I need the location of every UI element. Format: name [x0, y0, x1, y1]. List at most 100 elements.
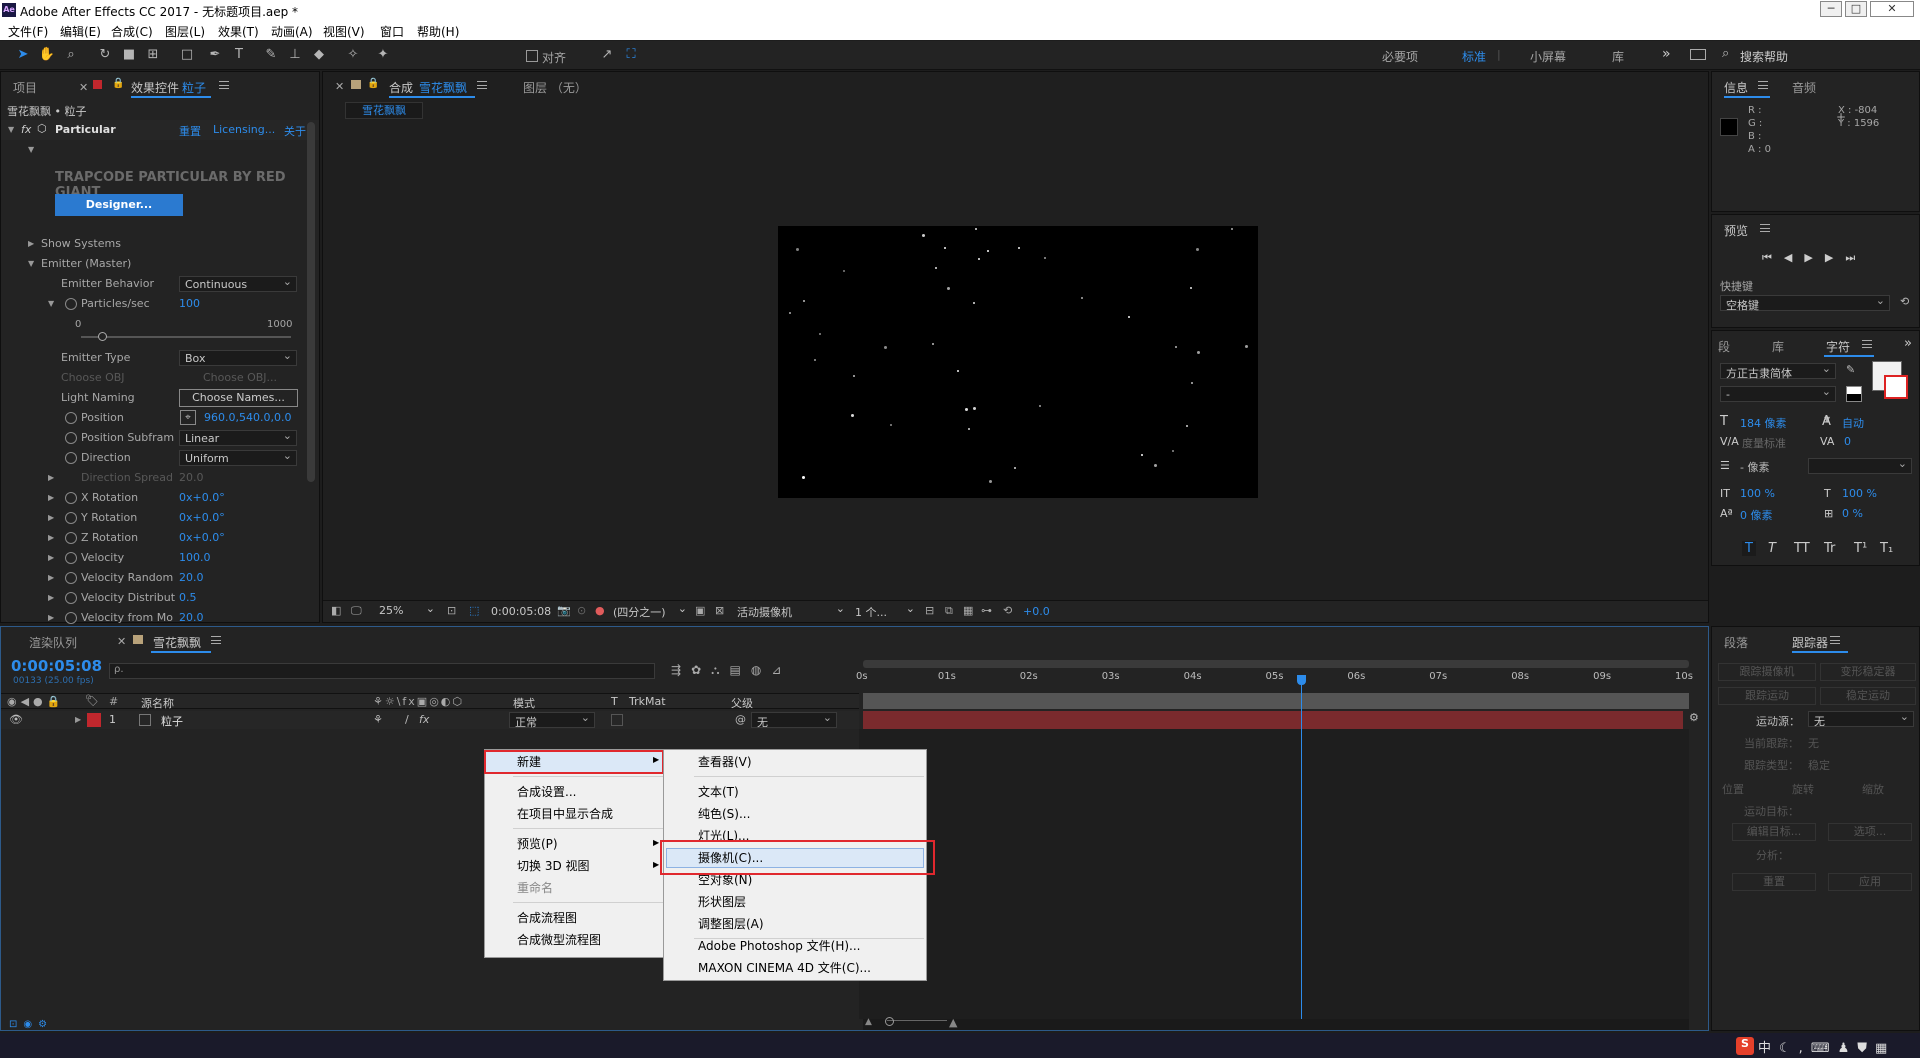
- tab-project[interactable]: 项目: [13, 79, 37, 96]
- x-rotation-value[interactable]: 0x+0.0°: [179, 491, 225, 504]
- tab-composition-prefix[interactable]: 合成: [389, 79, 413, 96]
- small-caps-button[interactable]: Tr: [1824, 541, 1835, 556]
- menu-animation[interactable]: 动画(A): [271, 23, 313, 40]
- tab-effect-controls[interactable]: 效果控件: [131, 79, 179, 96]
- font-size-value[interactable]: 184 像素: [1740, 415, 1787, 431]
- y-rotation-value[interactable]: 0x+0.0°: [179, 511, 225, 524]
- panel-menu-icon[interactable]: [477, 81, 487, 89]
- maximize-button[interactable]: □: [1845, 1, 1867, 17]
- submenu-item-cinema4d-file[interactable]: MAXON CINEMA 4D 文件(C)...: [698, 958, 871, 978]
- brush-tool-icon[interactable]: ✎: [262, 47, 280, 63]
- shy-icon[interactable]: ⛬: [711, 663, 729, 677]
- panel-menu-icon[interactable]: [211, 636, 221, 644]
- color-swap-icon[interactable]: [1846, 386, 1862, 402]
- show-snapshot-icon[interactable]: ⊙: [577, 604, 586, 617]
- menu-window[interactable]: 窗口: [380, 23, 404, 40]
- workspace-small-screen[interactable]: 小屏幕: [1530, 48, 1566, 65]
- puppet-tool-icon[interactable]: ✦: [374, 47, 392, 63]
- expand-icon[interactable]: ▶: [75, 715, 81, 724]
- stopwatch-icon[interactable]: [65, 412, 77, 424]
- tab-preview[interactable]: 预览: [1724, 222, 1748, 239]
- shortcut-dropdown[interactable]: 空格键: [1720, 294, 1890, 312]
- z-rotation-value[interactable]: 0x+0.0°: [179, 531, 225, 544]
- reset-link[interactable]: 重置: [179, 123, 201, 139]
- axis-icon[interactable]: ↗: [598, 47, 616, 63]
- motion-source-dropdown[interactable]: 无: [1808, 710, 1914, 728]
- rectangle-tool-icon[interactable]: □: [178, 47, 196, 63]
- prev-frame-icon[interactable]: ◀: [1784, 251, 1804, 264]
- keyboard-icon[interactable]: ⌨: [1811, 1041, 1838, 1056]
- emitter-behavior-dropdown[interactable]: Continuous: [179, 275, 297, 292]
- stroke-style-dropdown[interactable]: [1808, 457, 1912, 474]
- always-preview-icon[interactable]: ◧: [331, 604, 341, 617]
- search-sync-icon[interactable]: [1690, 49, 1706, 60]
- vertical-scale-value[interactable]: 100 %: [1740, 487, 1775, 500]
- expand-icon[interactable]: ▶: [48, 593, 54, 602]
- monitor-icon[interactable]: 🖵: [351, 604, 362, 618]
- velocity-from-motion-value[interactable]: 20.0: [179, 611, 204, 624]
- velocity-distribution-value[interactable]: 0.5: [179, 591, 197, 604]
- snap-icon[interactable]: ⛶: [622, 47, 640, 63]
- workspace-library[interactable]: 库: [1612, 48, 1624, 65]
- submenu-item-adjustment-layer[interactable]: 调整图层(A): [698, 914, 764, 934]
- panel-menu-icon[interactable]: [1862, 340, 1872, 348]
- expand-pane-icon[interactable]: ◉: [23, 1019, 38, 1030]
- moon-icon[interactable]: ☾: [1779, 1041, 1799, 1056]
- tab-character[interactable]: 字符: [1826, 338, 1850, 355]
- licensing-link[interactable]: Licensing...: [213, 123, 275, 136]
- graph-editor-icon[interactable]: ⊿: [771, 663, 791, 677]
- toggle-pixel-icon[interactable]: ⊟: [925, 604, 934, 617]
- tracking-metrics-value[interactable]: 度量标准: [1742, 435, 1786, 451]
- tracking-value[interactable]: 0: [1844, 435, 1851, 448]
- menu-composition[interactable]: 合成(C): [111, 23, 153, 40]
- align-checkbox[interactable]: [526, 50, 538, 62]
- rotate-tool-icon[interactable]: ↻: [96, 47, 114, 63]
- effect-switch-icon[interactable]: fx: [419, 713, 429, 726]
- stroke-color-swatch[interactable]: [1884, 375, 1908, 399]
- expand-icon[interactable]: ▶: [48, 493, 54, 502]
- layer-name[interactable]: 粒子: [161, 713, 183, 729]
- expand-icon[interactable]: ▶: [48, 573, 54, 582]
- selection-tool-icon[interactable]: ➤: [14, 47, 32, 63]
- tab-timeline-comp[interactable]: 雪花飘飘: [153, 634, 201, 651]
- grid-icon[interactable]: ▦: [1875, 1041, 1895, 1056]
- stopwatch-icon[interactable]: [65, 612, 77, 624]
- viewer-timecode[interactable]: 0:00:05:08: [491, 605, 551, 618]
- pan-behind-tool-icon[interactable]: ⊞: [144, 47, 162, 63]
- clone-stamp-tool-icon[interactable]: ⊥: [286, 47, 304, 63]
- stopwatch-icon[interactable]: [65, 532, 77, 544]
- exposure-value[interactable]: +0.0: [1023, 605, 1050, 618]
- frame-blend-icon[interactable]: ▤: [730, 663, 751, 677]
- tab-library[interactable]: 库: [1772, 338, 1784, 355]
- fast-preview-icon[interactable]: ⧉: [945, 604, 953, 618]
- close-tab-icon[interactable]: ✕: [335, 80, 344, 93]
- preserve-transparency-checkbox[interactable]: [611, 714, 623, 726]
- stopwatch-icon[interactable]: [65, 298, 77, 310]
- next-frame-icon[interactable]: ▶: [1825, 251, 1845, 264]
- designer-button[interactable]: Designer...: [55, 194, 183, 216]
- snapshot-icon[interactable]: 📷: [557, 604, 571, 617]
- particles-slider-knob[interactable]: [98, 332, 107, 341]
- close-tab-icon[interactable]: ✕: [79, 81, 88, 94]
- stopwatch-icon[interactable]: [65, 432, 77, 444]
- shirt-icon[interactable]: ⛊: [1857, 1041, 1875, 1056]
- layer-row[interactable]: 👁 ▶ 1 粒子 ⚘ / fx 正常 @ 无: [1, 711, 859, 729]
- choose-names-button[interactable]: Choose Names...: [179, 389, 298, 407]
- eyedropper-icon[interactable]: ✎: [1846, 363, 1855, 376]
- pen-tool-icon[interactable]: ✒: [206, 47, 224, 63]
- draft-3d-icon[interactable]: ✿: [691, 663, 711, 677]
- shy-switch-icon[interactable]: ⚘: [373, 713, 383, 726]
- col-mode[interactable]: 模式: [513, 695, 535, 711]
- tab-tracker[interactable]: 跟踪器: [1792, 634, 1828, 651]
- faux-italic-button[interactable]: T: [1768, 541, 1776, 556]
- expand-icon[interactable]: ▶: [48, 613, 54, 622]
- menu-item-switch-3d-view[interactable]: 切换 3D 视图: [517, 856, 590, 876]
- zoom-tool-icon[interactable]: ⌕: [62, 47, 80, 63]
- stopwatch-icon[interactable]: [65, 572, 77, 584]
- parent-dropdown[interactable]: 无: [751, 711, 837, 729]
- submenu-item-solid[interactable]: 纯色(S)...: [698, 804, 750, 824]
- particles-value[interactable]: 100: [179, 297, 200, 310]
- loop-icon[interactable]: ⟲: [1900, 295, 1909, 308]
- col-trkmat[interactable]: TrkMat: [629, 695, 666, 708]
- col-parent[interactable]: 父级: [731, 695, 753, 711]
